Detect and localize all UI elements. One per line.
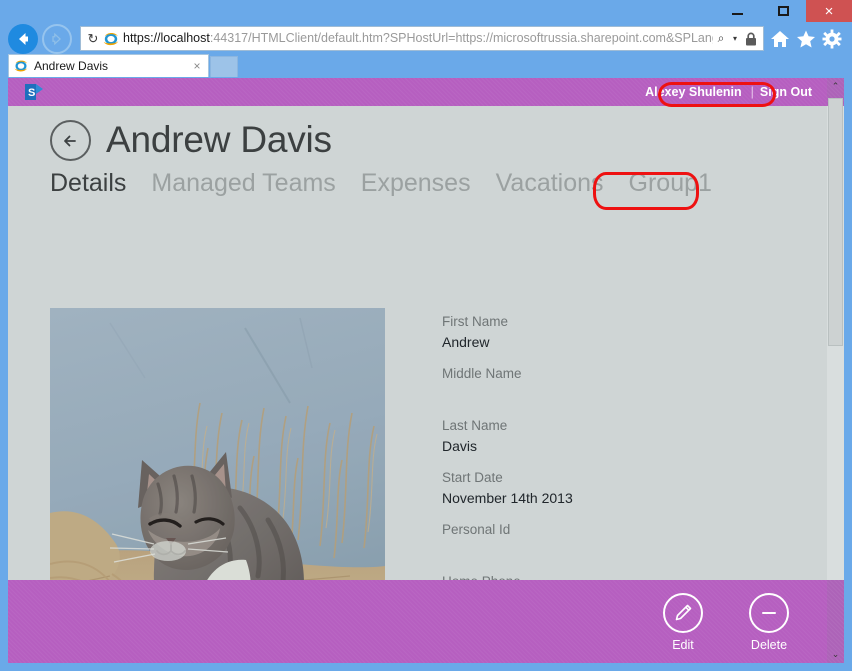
tab-close-icon[interactable]: ×	[190, 59, 204, 73]
bottom-app-bar: Edit Delete	[8, 580, 827, 663]
suite-bar-right: Alexey Shulenin | Sign Out	[640, 83, 814, 101]
arrow-left-icon	[14, 30, 32, 48]
sign-out-link[interactable]: Sign Out	[758, 83, 814, 101]
home-icon[interactable]	[770, 29, 790, 49]
page-viewport: S Alexey Shulenin | Sign Out Andrew Davi…	[8, 78, 844, 663]
scrollbar-down-button[interactable]: ⌄	[827, 646, 844, 663]
window-title-bar: ×	[0, 0, 852, 22]
field-value: November 14th 2013	[442, 488, 772, 508]
field-value	[442, 540, 772, 560]
internet-explorer-icon	[13, 58, 29, 74]
url-path: :44317/HTMLClient/default.htm?SPHostUrl=…	[210, 31, 713, 45]
maximize-icon	[778, 6, 789, 16]
url-host: https://localhost	[123, 31, 210, 45]
close-icon: ×	[825, 4, 834, 19]
arrow-right-icon	[49, 31, 65, 47]
page-header: Andrew Davis Details Managed Teams Expen…	[8, 106, 828, 198]
tab-expenses[interactable]: Expenses	[361, 168, 471, 198]
delete-button-label: Delete	[751, 638, 787, 652]
browser-tab-title: Andrew Davis	[34, 59, 190, 73]
edit-button-label: Edit	[672, 638, 694, 652]
browser-tab-strip: Andrew Davis ×	[0, 54, 852, 78]
field-label: Last Name	[442, 416, 772, 436]
refresh-icon[interactable]: ↻	[85, 31, 101, 47]
field-value	[442, 384, 772, 404]
window-maximize-button[interactable]	[760, 0, 806, 22]
window-minimize-button[interactable]	[714, 0, 760, 22]
minimize-icon	[732, 13, 743, 15]
tab-group1[interactable]: Group1	[629, 168, 712, 198]
field-label: Personal Id	[442, 520, 772, 540]
lock-icon	[743, 31, 759, 47]
delete-button[interactable]: Delete	[733, 593, 805, 652]
browser-window: × ↻ https://localhost:44317/HTMLClient/d…	[0, 0, 852, 671]
address-bar[interactable]: ↻ https://localhost:44317/HTMLClient/def…	[80, 26, 764, 51]
url-text: https://localhost:44317/HTMLClient/defau…	[123, 27, 713, 50]
field-middle-name: Middle Name	[442, 364, 772, 404]
tab-vacations[interactable]: Vacations	[496, 168, 604, 198]
page-back-button[interactable]	[50, 120, 91, 161]
scrollbar-up-button[interactable]: ⌃	[827, 78, 844, 95]
browser-back-button[interactable]	[8, 24, 38, 54]
field-label: First Name	[442, 312, 772, 332]
edit-button[interactable]: Edit	[647, 593, 719, 652]
page-title: Andrew Davis	[106, 121, 332, 160]
field-last-name: Last Name Davis	[442, 416, 772, 456]
sharepoint-suite-bar: S Alexey Shulenin | Sign Out	[8, 78, 844, 106]
gear-icon[interactable]	[822, 29, 842, 49]
browser-tab[interactable]: Andrew Davis ×	[8, 54, 209, 77]
window-close-button[interactable]: ×	[806, 0, 852, 22]
field-label: Middle Name	[442, 364, 772, 384]
user-name-link[interactable]: Alexey Shulenin	[640, 83, 747, 101]
svg-text:S: S	[28, 87, 35, 99]
field-start-date: Start Date November 14th 2013	[442, 468, 772, 508]
page-scrollbar[interactable]: ⌃ ⌄	[827, 78, 844, 663]
delete-button-circle	[749, 593, 789, 633]
internet-explorer-icon	[102, 30, 120, 48]
field-value: Davis	[442, 436, 772, 456]
field-first-name: First Name Andrew	[442, 312, 772, 352]
browser-navigation-bar: ↻ https://localhost:44317/HTMLClient/def…	[0, 22, 852, 54]
field-value: Andrew	[442, 332, 772, 352]
scrollbar-thumb[interactable]	[828, 98, 843, 346]
chevron-down-icon[interactable]: ▾	[729, 34, 741, 43]
field-personal-id: Personal Id	[442, 520, 772, 560]
tab-details[interactable]: Details	[50, 168, 126, 198]
sharepoint-logo-icon[interactable]: S	[24, 82, 44, 102]
favorites-star-icon[interactable]	[796, 29, 816, 49]
arrow-left-circle-icon	[60, 130, 82, 152]
search-icon[interactable]: ⌕	[713, 31, 729, 46]
suite-bar-separator: |	[751, 85, 754, 99]
browser-forward-button[interactable]	[42, 24, 72, 54]
field-label: Start Date	[442, 468, 772, 488]
edit-button-circle	[663, 593, 703, 633]
new-tab-button[interactable]	[210, 56, 238, 77]
minus-circle-icon	[758, 602, 780, 624]
page-tab-bar: Details Managed Teams Expenses Vacations…	[8, 161, 828, 198]
title-row: Andrew Davis	[8, 106, 828, 161]
tab-managed-teams[interactable]: Managed Teams	[151, 168, 335, 198]
pencil-icon	[673, 603, 693, 623]
